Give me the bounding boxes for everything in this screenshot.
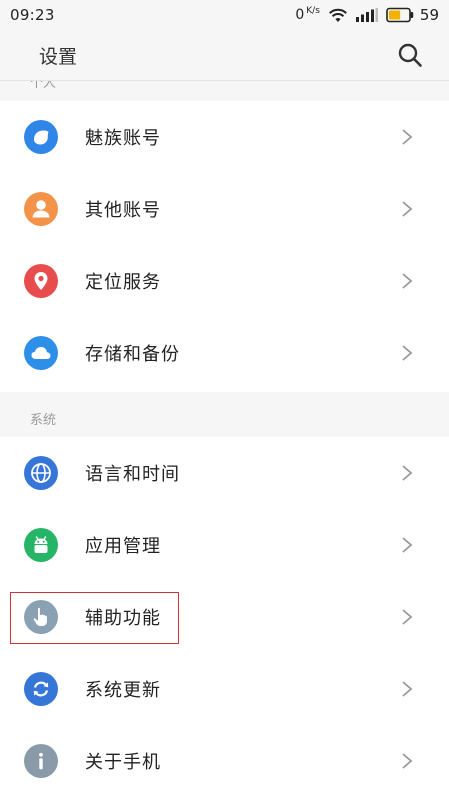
section-label-system: 系统 [30, 413, 57, 428]
search-button[interactable] [396, 41, 424, 69]
meizu-account-icon [24, 120, 58, 154]
page-title: 设置 [39, 46, 78, 68]
battery-level: 59 [419, 6, 439, 24]
chevron-right-icon [401, 536, 413, 554]
section-header-system: 系统 [0, 392, 449, 437]
settings-item-label: 定位服务 [85, 272, 161, 293]
settings-item-label: 辅助功能 [85, 608, 161, 629]
system-settings-group: 语言和时间 应用管理 辅助功能 系统更新 关于手机 [0, 437, 449, 797]
chevron-right-icon [401, 272, 413, 290]
person-icon [24, 192, 58, 226]
chevron-right-icon [401, 680, 413, 698]
settings-item-meizu-account[interactable]: 魅族账号 [0, 101, 449, 173]
location-pin-icon [24, 264, 58, 298]
search-icon [398, 43, 422, 67]
chevron-right-icon [401, 200, 413, 218]
settings-item-label: 应用管理 [85, 536, 161, 557]
wifi-icon [328, 7, 348, 23]
status-bar: 09:23 0 K/s 59 [0, 0, 449, 30]
status-time: 09:23 [10, 6, 55, 24]
settings-item-storage-backup[interactable]: 存储和备份 [0, 317, 449, 389]
android-icon [24, 528, 58, 562]
settings-item-label: 存储和备份 [85, 344, 180, 365]
settings-item-label: 其他账号 [85, 200, 161, 221]
settings-item-label: 关于手机 [85, 752, 161, 773]
hand-pointer-icon [24, 600, 58, 634]
network-speed-unit: K/s [306, 6, 320, 16]
globe-icon [24, 456, 58, 490]
network-speed: 0 [295, 7, 305, 23]
status-indicators: 0 K/s 59 [295, 4, 439, 26]
chevron-right-icon [401, 608, 413, 626]
settings-item-app-management[interactable]: 应用管理 [0, 509, 449, 581]
section-label-personal: 个人 [30, 81, 57, 91]
section-header-personal: 个人 [0, 81, 449, 101]
settings-screen: 09:23 0 K/s 59 设置 个人 魅族账号 其他账号 定位服务 存储和备… [0, 0, 449, 800]
settings-item-label: 魅族账号 [85, 128, 161, 149]
refresh-icon [24, 672, 58, 706]
signal-strength-icon [355, 8, 378, 22]
info-icon [24, 744, 58, 778]
chevron-right-icon [401, 464, 413, 482]
settings-item-other-accounts[interactable]: 其他账号 [0, 173, 449, 245]
settings-item-accessibility[interactable]: 辅助功能 [0, 581, 449, 653]
battery-icon [386, 7, 414, 23]
settings-item-label: 语言和时间 [85, 464, 180, 485]
settings-item-about-phone[interactable]: 关于手机 [0, 725, 449, 797]
cloud-icon [24, 336, 58, 370]
chevron-right-icon [401, 752, 413, 770]
settings-item-location-service[interactable]: 定位服务 [0, 245, 449, 317]
app-header: 设置 [0, 30, 449, 80]
chevron-right-icon [401, 344, 413, 362]
settings-item-language-time[interactable]: 语言和时间 [0, 437, 449, 509]
chevron-right-icon [401, 128, 413, 146]
personal-settings-group: 魅族账号 其他账号 定位服务 存储和备份 [0, 101, 449, 389]
settings-item-system-update[interactable]: 系统更新 [0, 653, 449, 725]
settings-item-label: 系统更新 [85, 680, 161, 701]
